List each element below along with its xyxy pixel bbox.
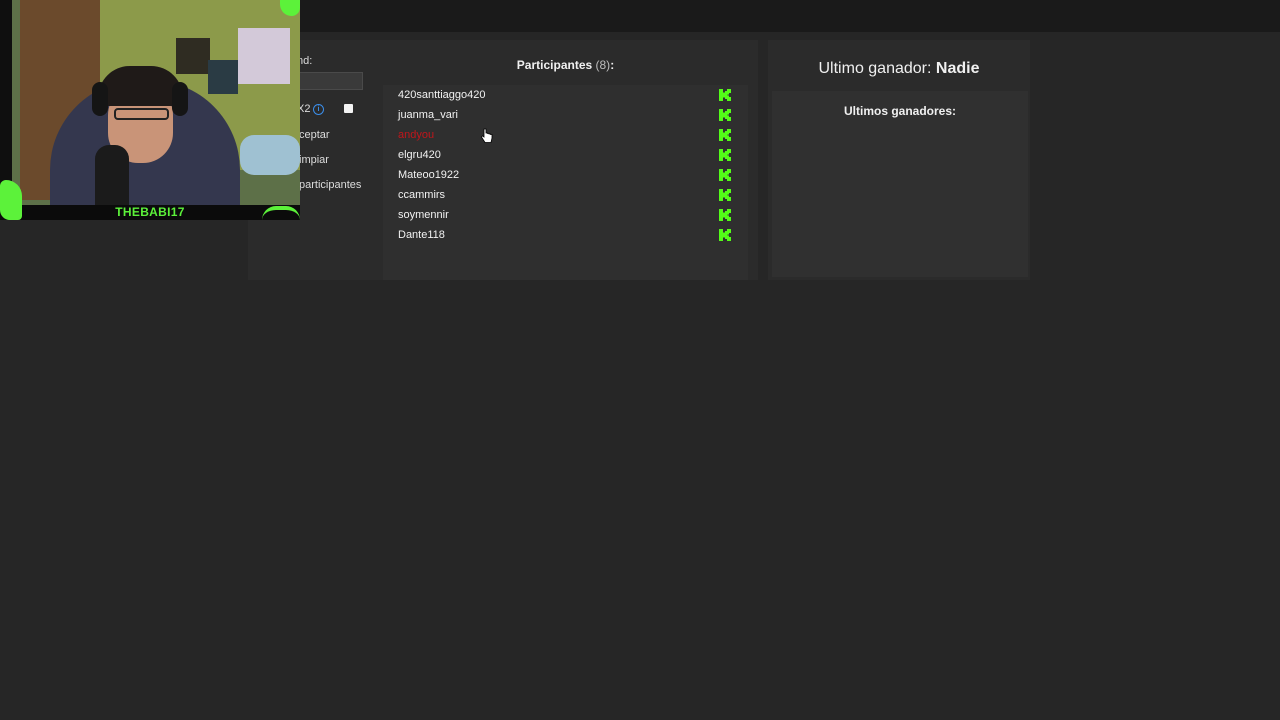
winner-panel: Ultimo ganador: Nadie Ultimos ganadores:	[768, 40, 1030, 280]
participants-button[interactable]: participantes	[297, 175, 367, 195]
participants-title-text: Participantes	[516, 58, 593, 72]
webcam-glasses	[114, 108, 169, 120]
headphone-icon	[172, 82, 188, 116]
participant-row[interactable]: Dante118	[383, 225, 748, 245]
participants-panel: Participantes (8): 420santtiaggo420 juanm…	[373, 40, 758, 280]
participants-title: Participantes (8):	[373, 58, 758, 72]
kick-icon	[719, 129, 731, 141]
participant-row[interactable]: ccammirs	[383, 185, 748, 205]
kick-icon	[719, 189, 731, 201]
info-icon[interactable]: i	[313, 104, 324, 115]
participant-row[interactable]: 420santtiaggo420	[383, 85, 748, 105]
last-winner-label: Ultimo ganador:	[818, 60, 932, 77]
participant-name: soymennir	[398, 209, 449, 221]
participant-row[interactable]: andyou	[383, 125, 748, 145]
webcam-poster	[208, 60, 238, 94]
kick-icon	[719, 209, 731, 221]
participants-count: (8)	[595, 58, 611, 72]
participant-name: elgru420	[398, 149, 441, 161]
headphone-icon	[92, 82, 108, 116]
kick-icon	[719, 109, 731, 121]
webcam-poster	[176, 38, 210, 74]
kick-icon	[719, 169, 731, 181]
kick-icon	[719, 89, 731, 101]
participant-row[interactable]: Mateoo1922	[383, 165, 748, 185]
kick-icon	[719, 229, 731, 241]
participant-row[interactable]: juanma_vari	[383, 105, 748, 125]
participant-name: andyou	[398, 129, 435, 141]
webcam-overlay: THEBABI17	[0, 0, 300, 220]
webcam-hair	[98, 66, 183, 106]
webcam-poster	[238, 28, 290, 84]
kick-icon	[719, 149, 731, 161]
streamer-name: THEBABI17	[115, 205, 185, 219]
participant-name: ccammirs	[398, 189, 446, 201]
participant-name: Mateoo1922	[398, 169, 460, 181]
recent-winners-box: Ultimos ganadores:	[772, 91, 1028, 277]
participants-title-colon: :	[610, 58, 615, 72]
hand-cursor-icon	[481, 128, 493, 143]
accept-button[interactable]: ceptar	[297, 125, 365, 145]
recent-winners-title: Ultimos ganadores:	[843, 104, 957, 118]
clear-button[interactable]: impiar	[297, 150, 365, 170]
participant-name: juanma_vari	[398, 109, 458, 121]
last-winner-value: Nadie	[935, 60, 980, 77]
participant-name: Dante118	[398, 229, 445, 241]
webcam-pillow	[240, 135, 300, 175]
last-winner: Ultimo ganador: Nadie	[768, 60, 1030, 78]
participant-row[interactable]: soymennir	[383, 205, 748, 225]
participant-name: 420santtiaggo420	[398, 89, 486, 101]
multiplier-checkbox[interactable]	[344, 104, 353, 113]
participants-list: 420santtiaggo420 juanma_variandyou elgru42…	[383, 85, 748, 280]
keyword-input[interactable]	[297, 72, 363, 90]
participant-row[interactable]: elgru420	[383, 145, 748, 165]
